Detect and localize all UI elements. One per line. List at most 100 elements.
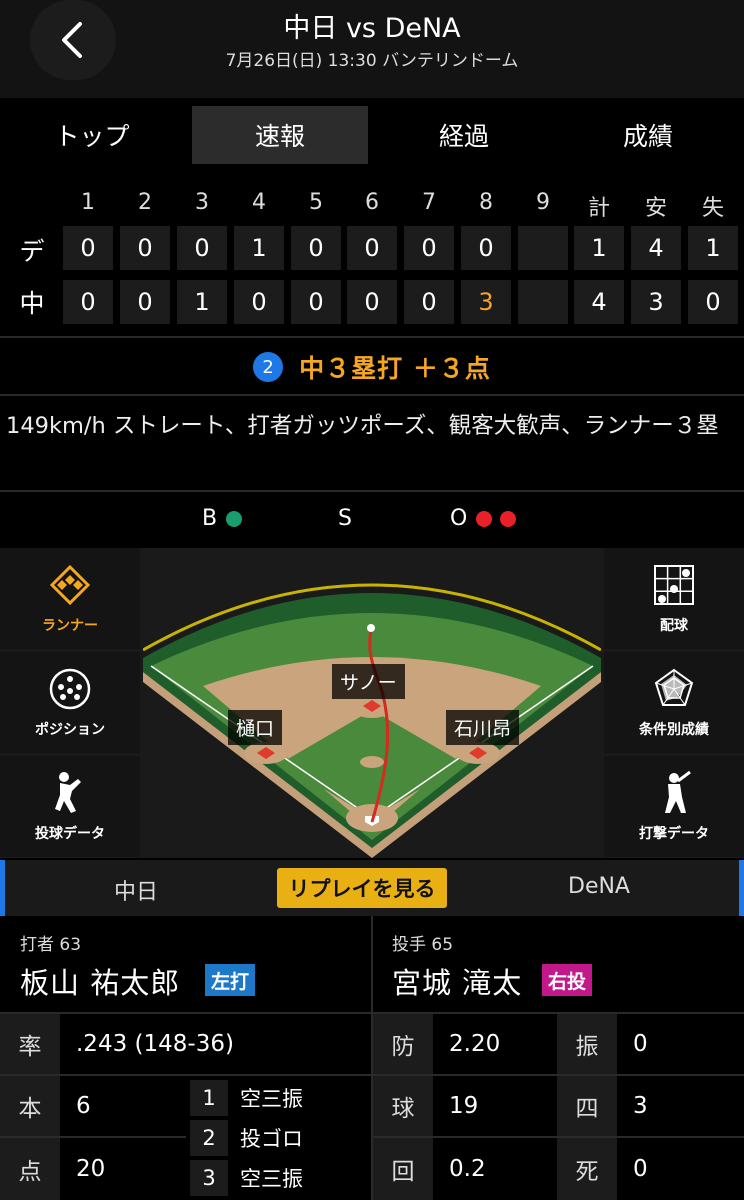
stat-value: 20 (62, 1138, 186, 1200)
hits-cell: 4 (631, 226, 681, 270)
replay-button[interactable]: リプレイを見る (277, 868, 447, 908)
out-dot (500, 511, 516, 527)
column-header: 7 (422, 190, 436, 215)
stat-value: 3 (619, 1076, 744, 1136)
at-bat-number: 3 (190, 1160, 228, 1196)
pitching-data-label: 投球データ (35, 825, 105, 842)
tab-live[interactable]: 速報 (192, 106, 368, 164)
pitcher-name[interactable]: 宮城 滝太 (392, 960, 522, 1002)
divider (0, 394, 744, 396)
score-cell: 0 (291, 280, 341, 324)
replay-bar: 中日 リプレイを見る DeNA (0, 860, 744, 916)
stat-value: .243 (148-36) (62, 1014, 369, 1074)
team-label-away: デ (19, 237, 45, 266)
stat-value: 0 (619, 1138, 744, 1200)
column-header: 6 (365, 190, 379, 215)
pitcher-hand-badge: 右投 (542, 964, 593, 996)
team-label-home: 中 (19, 289, 45, 318)
stat-label: 死 (557, 1138, 617, 1200)
column-header: 5 (309, 190, 323, 215)
fielder-label-first: 石川昂 (446, 710, 520, 745)
out-label: O (450, 506, 468, 531)
errors-cell: 1 (688, 226, 738, 270)
baseball-field (143, 583, 601, 858)
stat-value: 2.20 (435, 1014, 555, 1074)
fielder-label-second: サノー (332, 664, 405, 699)
stat-label: 点 (0, 1138, 60, 1200)
ball-dot (226, 511, 242, 527)
runner-diamond-icon (49, 564, 91, 605)
stat-label: 回 (373, 1138, 433, 1200)
at-bat-result: 空三振 (230, 1080, 368, 1116)
batter-role: 打者 63 (20, 935, 82, 955)
score-cell: 1 (177, 280, 227, 324)
radar-chart-icon (654, 668, 694, 706)
score-cell: 0 (120, 226, 170, 270)
count-indicator: B S O (0, 494, 744, 546)
play-description: 149km/h ストレート、打者ガッツポーズ、観客大歓声、ランナー３塁 (6, 413, 719, 439)
score-cell: 0 (347, 226, 397, 270)
stat-label: 球 (373, 1076, 433, 1136)
batter-icon (665, 770, 691, 813)
batting-data-button[interactable]: 打撃データ (604, 756, 744, 857)
tab-top[interactable]: トップ (4, 106, 180, 164)
pitcher-role: 投手 65 (392, 935, 454, 955)
stat-label: 本 (0, 1076, 60, 1136)
out-dot (476, 511, 492, 527)
score-cell: 0 (461, 226, 511, 270)
score-cell (518, 280, 568, 324)
score-cell: 0 (404, 226, 454, 270)
divider (371, 916, 373, 1012)
stat-value: 0 (619, 1014, 744, 1074)
score-cell-current: 3 (461, 280, 511, 324)
at-bat-number: 1 (190, 1080, 228, 1116)
column-header: 2 (138, 190, 152, 215)
stat-value: 6 (62, 1076, 186, 1136)
scoreboard: 1 2 3 4 5 6 7 8 9 計 安 失 デ 中 0 0 0 1 0 0 … (0, 172, 744, 338)
column-header: 8 (479, 190, 493, 215)
position-button[interactable]: ポジション (0, 652, 140, 753)
split-stats-button[interactable]: 条件別成績 (604, 652, 744, 753)
stat-label: 振 (557, 1014, 617, 1074)
strike-label: S (338, 506, 352, 531)
column-header: 失 (701, 196, 724, 221)
column-header: 1 (81, 190, 95, 215)
total-runs-cell: 4 (574, 280, 624, 324)
column-header: 4 (252, 190, 266, 215)
column-header: 安 (644, 196, 667, 221)
pitching-data-button[interactable]: 投球データ (0, 756, 140, 857)
home-team-name: 中日 (114, 880, 159, 905)
batter-name[interactable]: 板山 祐太郎 (20, 960, 180, 1002)
stat-label: 四 (557, 1076, 617, 1136)
stat-label: 率 (0, 1014, 60, 1074)
score-cell: 0 (120, 280, 170, 324)
stat-value: 19 (435, 1076, 555, 1136)
column-header: 3 (195, 190, 209, 215)
score-cell: 0 (291, 226, 341, 270)
score-cell: 0 (347, 280, 397, 324)
errors-cell: 0 (688, 280, 738, 324)
pitch-sequence-button[interactable]: 配球 (604, 548, 744, 649)
tab-stats[interactable]: 成績 (560, 106, 736, 164)
away-team-name: DeNA (568, 874, 630, 899)
score-cell: 0 (63, 226, 113, 270)
stats-table: 率 .243 (148-36) 本 6 点 20 1 空三振 2 投ゴロ 3 空… (0, 1012, 744, 1200)
play-headline: 2 中３塁打 ＋３点 (0, 340, 744, 394)
score-cell: 0 (177, 226, 227, 270)
page-title: 中日 vs DeNA (283, 13, 461, 44)
tab-progress[interactable]: 経過 (376, 106, 552, 164)
ball-label: B (202, 506, 218, 531)
hits-cell: 3 (631, 280, 681, 324)
split-stats-label: 条件別成績 (639, 721, 709, 738)
at-bat-result: 空三振 (230, 1160, 368, 1196)
matchup-panel: 打者 63 板山 祐太郎 左打 投手 65 宮城 滝太 右投 (0, 916, 744, 1012)
field-panel: ランナー ポジション 投球データ サノー 樋口 石川昂 配球 条件別成績 打撃デ… (0, 548, 744, 858)
fielder-label-third: 樋口 (228, 710, 283, 745)
total-runs-cell: 1 (574, 226, 624, 270)
batter-hand-badge: 左打 (205, 964, 256, 996)
runner-button[interactable]: ランナー (0, 548, 140, 649)
game-info: 7月26日(日) 13:30 バンテリンドーム (225, 51, 519, 71)
team-color-bar (739, 860, 744, 916)
tab-bar: トップ 速報 経過 成績 (0, 98, 744, 172)
position-icon (49, 668, 91, 709)
